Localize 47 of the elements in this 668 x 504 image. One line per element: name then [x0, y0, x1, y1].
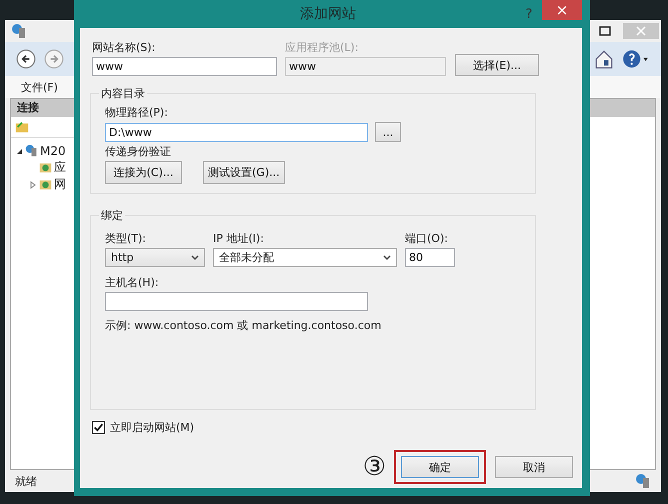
field-label: 传递身份验证 — [105, 144, 172, 159]
ip-dropdown[interactable]: 全部未分配 — [213, 248, 397, 267]
tree-item[interactable]: M20 — [40, 144, 66, 158]
pane-header: 连接 — [11, 99, 77, 117]
field-label: 主机名(H): — [105, 275, 160, 290]
chevron-icon — [191, 254, 199, 260]
status-text: 就绪 — [15, 474, 37, 488]
hint-text: 示例: www.contoso.com 或 marketing.contoso.com — [105, 318, 382, 333]
server-icon — [11, 23, 27, 39]
checkbox-label[interactable]: 立即启动网站(M) — [110, 420, 194, 435]
dialog-button[interactable]: 确定 — [401, 456, 479, 478]
field-label: 端口(O): — [405, 231, 449, 246]
group-label: 内容目录 — [100, 86, 146, 101]
step-number: ③ — [362, 452, 386, 482]
input-field[interactable]: 80 — [405, 248, 455, 267]
input-field[interactable] — [105, 292, 368, 311]
server-icon — [635, 473, 651, 489]
tree-item[interactable]: 应 — [54, 159, 66, 176]
input-field[interactable]: www — [92, 57, 277, 76]
back-icon[interactable] — [15, 48, 37, 70]
field-label: 应用程序池(L): — [285, 40, 360, 55]
input-field[interactable]: D:\www — [105, 122, 368, 142]
pane-header — [589, 99, 655, 117]
dialog-button[interactable]: 连接为(C)... — [105, 161, 182, 184]
checkbox[interactable] — [92, 421, 105, 434]
menu-item[interactable]: 文件(F) — [21, 80, 58, 94]
group-label: 绑定 — [100, 208, 124, 223]
dialog-button[interactable]: 测试设置(G)... — [203, 161, 285, 184]
window-title: 添加网站 — [299, 5, 356, 23]
server-icon — [25, 144, 38, 157]
home-icon[interactable] — [593, 48, 615, 70]
tree-item[interactable]: 网 — [54, 176, 66, 193]
type-dropdown[interactable]: http — [105, 248, 205, 267]
collapsed-icon[interactable] — [29, 180, 37, 188]
field-label: 物理路径(P): — [105, 105, 169, 120]
field-label: IP 地址(I): — [213, 231, 265, 246]
folder-icon[interactable] — [15, 120, 29, 134]
field-label: 类型(T): — [105, 231, 148, 246]
expanded-icon[interactable] — [15, 146, 23, 154]
chevron-icon — [383, 254, 391, 260]
field-label: 网站名称(S): — [92, 40, 156, 55]
forward-icon[interactable] — [43, 48, 65, 70]
close-button[interactable]: × — [542, 0, 582, 20]
dialog-button[interactable]: 取消 — [495, 456, 573, 478]
select-button[interactable]: 选择(E)... — [455, 54, 539, 76]
maximize-icon[interactable] — [599, 26, 611, 36]
browse-button[interactable]: ... — [375, 122, 401, 142]
